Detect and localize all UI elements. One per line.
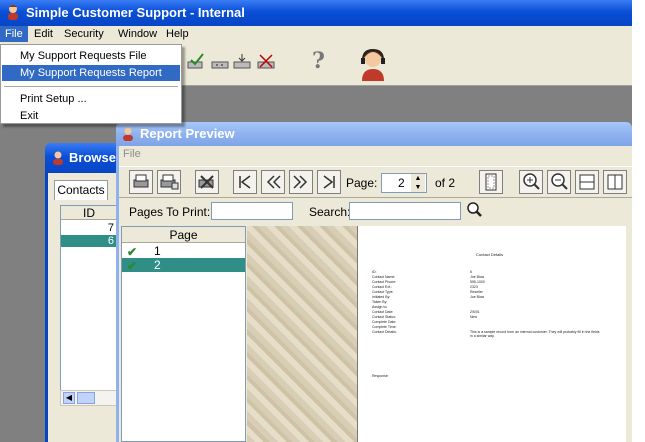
whole-page-icon[interactable] (479, 170, 503, 194)
menu-help[interactable]: Help (166, 28, 189, 40)
support-agent-icon[interactable] (358, 48, 388, 82)
report-preview-menubar: File (119, 146, 632, 164)
id-column-header[interactable]: ID (61, 206, 117, 220)
report-field-value: 6 (470, 270, 472, 274)
menu-file[interactable]: File (0, 26, 28, 42)
inbox-icon[interactable] (232, 52, 252, 72)
report-field-value: Reseller (470, 290, 483, 294)
list-item[interactable]: 7 (61, 222, 117, 234)
tab-contacts[interactable]: Contacts (54, 180, 108, 200)
page-number-value: 2 (398, 176, 405, 190)
report-preview-toolbar: Page: 2 ▲ ▼ of 2 (119, 166, 632, 198)
page-spinner[interactable]: ▲ ▼ (411, 174, 425, 192)
report-field-label: Contact Date: (372, 310, 394, 314)
delete-tray-icon[interactable] (256, 52, 276, 72)
page-list-item-selected[interactable]: ✔ 2 (122, 258, 245, 273)
zoom-in-icon[interactable] (519, 170, 543, 194)
menu-window[interactable]: Window (118, 28, 157, 40)
report-field-value: New (470, 315, 478, 319)
close-preview-icon[interactable] (195, 170, 219, 194)
page-list-item-label: 2 (154, 258, 161, 272)
next-page-icon[interactable] (289, 170, 313, 194)
page-count-label: of 2 (435, 176, 456, 190)
search-input[interactable] (349, 202, 461, 220)
screen-margin (632, 0, 645, 442)
report-field-value: 2323 (470, 285, 478, 289)
menu-security[interactable]: Security (64, 28, 104, 40)
report-field-label: Contact Name: (372, 275, 396, 279)
page-height-icon[interactable] (603, 170, 627, 194)
first-page-icon[interactable] (233, 170, 257, 194)
menu-item-support-requests-report[interactable]: My Support Requests Report (2, 65, 180, 81)
horizontal-scrollbar[interactable]: ◀ (60, 390, 118, 406)
file-dropdown-menu: My Support Requests File My Support Requ… (0, 44, 182, 124)
menu-separator (4, 86, 178, 87)
scroll-left-icon[interactable]: ◀ (63, 392, 75, 404)
report-field-label: Taken By: (372, 300, 388, 304)
report-page[interactable]: Contact Details ID: 6 Contact Name: Joe Blo… (357, 226, 627, 442)
preview-app-icon (122, 127, 134, 141)
report-preview-titlebar[interactable]: Report Preview (116, 122, 632, 146)
report-field-label: Contact Phone: (372, 280, 397, 284)
report-field-label: Complete Date: (372, 320, 397, 324)
report-field-value: Joe Blow (470, 295, 485, 299)
menu-item-support-requests-file[interactable]: My Support Requests File (2, 48, 180, 64)
report-response-label: Response: (372, 374, 389, 378)
menu-item-exit[interactable]: Exit (2, 108, 180, 124)
search-icon[interactable] (465, 201, 483, 219)
browse-window-title: Browse (69, 150, 116, 165)
page-column-header[interactable]: Page (122, 227, 245, 243)
checkmark-icon: ✔ (127, 245, 138, 259)
report-field-label: Complete Time: (372, 325, 397, 329)
menu-item-print-setup[interactable]: Print Setup ... (2, 91, 180, 107)
browse-app-icon (52, 151, 64, 165)
tray-icon[interactable] (210, 52, 230, 72)
preview-menu-file[interactable]: File (123, 148, 141, 160)
pages-to-print-input[interactable] (211, 202, 293, 220)
list-item-selected[interactable]: 6 (61, 235, 117, 247)
last-page-icon[interactable] (317, 170, 341, 194)
print-icon[interactable] (129, 170, 153, 194)
report-field-value: This is a sample record from an internal… (470, 330, 600, 338)
scroll-thumb[interactable] (77, 392, 95, 404)
vertical-scrollbar[interactable] (626, 226, 632, 442)
menu-edit[interactable]: Edit (34, 28, 53, 40)
report-field-value: 555-1000 (470, 280, 485, 284)
check-icon[interactable] (186, 52, 206, 72)
menubar: File Edit Security Window Help (0, 26, 632, 44)
report-preview-title: Report Preview (140, 126, 235, 141)
page-label: Page: (346, 176, 378, 190)
report-field-value: 2/5/01 (470, 310, 480, 314)
report-field-label: Contact Type: (372, 290, 394, 294)
help-icon[interactable]: ? (312, 48, 325, 74)
previous-page-icon[interactable] (261, 170, 285, 194)
page-list-item[interactable]: ✔ 1 (122, 244, 245, 259)
report-field-label: Contact Ext.: (372, 285, 393, 289)
page-list-item-label: 1 (154, 244, 161, 258)
report-field-label: Contact Status: (372, 315, 396, 319)
report-field-label: Initiated By: (372, 295, 391, 299)
checkmark-icon: ✔ (127, 259, 138, 273)
pages-to-print-label: Pages To Print: (129, 205, 211, 219)
print-search-row: Pages To Print: Search: (119, 199, 632, 225)
page-width-icon[interactable] (575, 170, 599, 194)
print-setup-icon[interactable] (157, 170, 181, 194)
report-field-value: Joe Blow (470, 275, 485, 279)
search-label: Search: (309, 205, 351, 219)
report-heading: Contact Details (476, 252, 504, 257)
zoom-out-icon[interactable] (547, 170, 571, 194)
main-titlebar[interactable]: Simple Customer Support - Internal (0, 0, 632, 26)
report-field-label: Contact Details: (372, 330, 397, 334)
main-window-title: Simple Customer Support - Internal (26, 5, 245, 20)
app-icon (6, 4, 20, 20)
report-field-label: ID: (372, 270, 377, 274)
report-field-label: Assign to: (372, 305, 388, 309)
